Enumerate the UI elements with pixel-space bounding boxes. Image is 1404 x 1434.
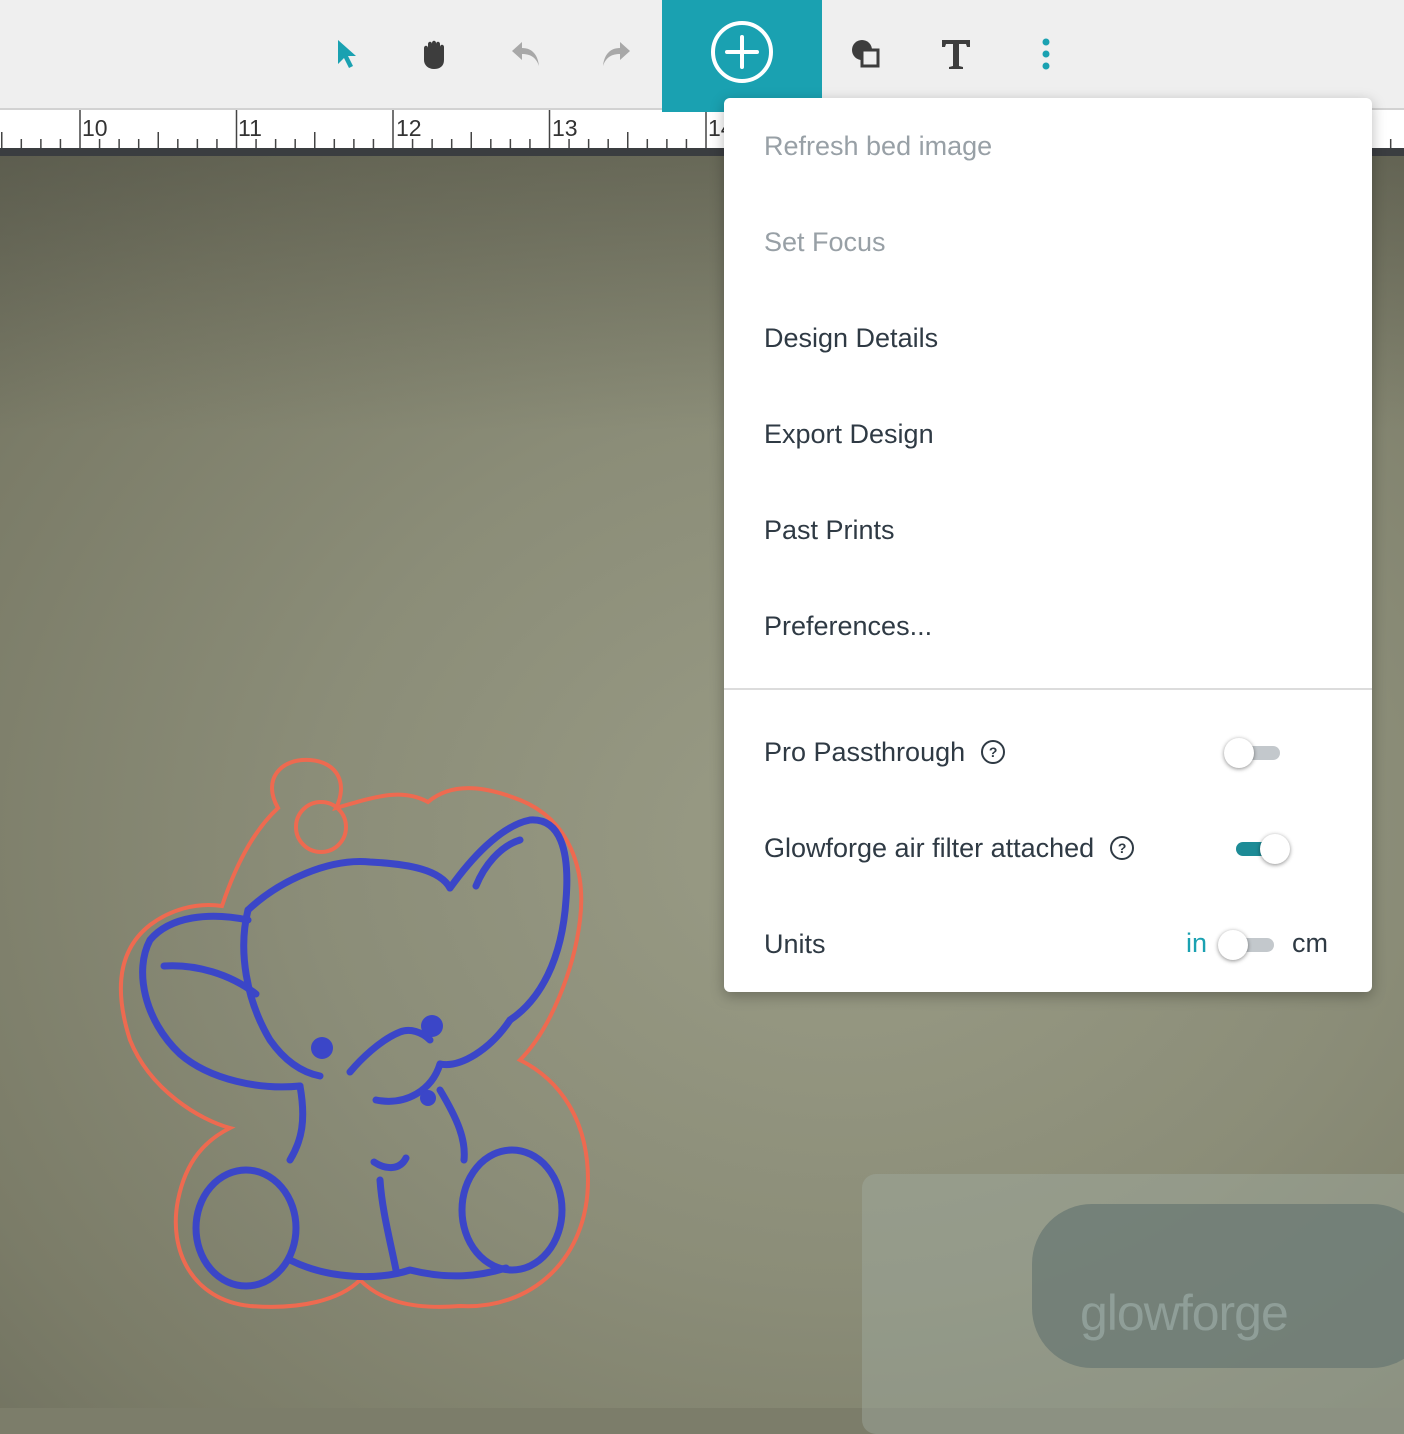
select-tool-button[interactable] [316,22,380,86]
more-menu-button[interactable] [1014,22,1078,86]
menu-item-past-prints[interactable]: Past Prints [724,482,1372,578]
ruler-label-10: 10 [82,115,108,141]
undo-icon [512,42,539,66]
vertical-dots-icon [1042,38,1050,70]
redo-button[interactable] [584,22,648,86]
more-options-menu: Refresh bed image Set Focus Design Detai… [724,98,1372,992]
help-circle-icon[interactable]: ? [981,740,1006,764]
plus-circle-icon [711,21,773,83]
units-label: Units [764,928,826,959]
trunk-tip [420,1090,436,1106]
air-filter-toggle[interactable] [1230,834,1290,864]
pro-passthrough-toggle[interactable] [1224,738,1284,768]
menu-item-set-focus[interactable]: Set Focus [724,194,1372,290]
help-circle-icon[interactable]: ? [1110,836,1135,860]
elephant-keychain-design[interactable] [110,620,600,1320]
menu-item-design-details[interactable]: Design Details [724,290,1372,386]
menu-item-refresh-bed-image[interactable]: Refresh bed image [724,98,1372,194]
add-artwork-button[interactable] [662,0,822,112]
redo-icon [603,42,630,66]
hand-icon [424,40,444,69]
shapes-tool-button[interactable] [834,22,898,86]
air-filter-label: Glowforge air filter attached [764,832,1095,863]
pan-tool-button[interactable] [404,22,468,86]
ruler-label-12: 12 [396,115,422,141]
units-toggle[interactable] [1218,930,1278,960]
left-eye [311,1037,333,1059]
menu-item-preferences[interactable]: Preferences... [724,578,1372,674]
text-T-icon [942,40,970,69]
keyring-hole [294,800,348,854]
ruler-label-13: 13 [552,115,578,141]
ruler-label-11: 11 [238,115,262,141]
menu-item-export-design[interactable]: Export Design [724,386,1372,482]
bed-logo-text: glowforge [1080,1285,1289,1341]
engrave-lines [139,816,571,1290]
shapes-icon [852,40,880,68]
right-eye [421,1015,443,1037]
undo-button[interactable] [494,22,558,86]
menu-divider [724,688,1372,690]
units-in-label[interactable]: in [1186,928,1207,959]
text-tool-button[interactable] [924,22,988,86]
pro-passthrough-label: Pro Passthrough [764,736,966,767]
units-cm-label[interactable]: cm [1292,928,1328,959]
pointer-arrow-icon [338,40,356,68]
